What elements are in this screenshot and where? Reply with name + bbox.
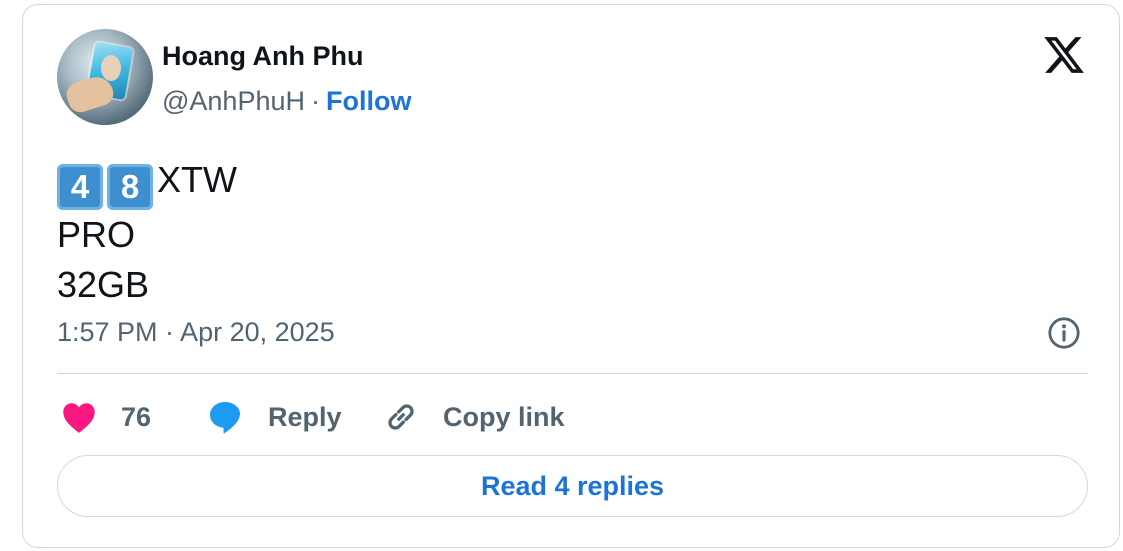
like-count: 76: [121, 401, 152, 432]
tweet-line-1-text: XTW: [157, 159, 237, 200]
heart-icon: [63, 403, 95, 433]
avatar[interactable]: [57, 29, 153, 125]
avatar-face-shape: [101, 55, 121, 81]
reply-bubble-icon: [210, 402, 240, 434]
tweet-line-1: 4 8 XTW: [57, 155, 237, 210]
divider: [57, 373, 1088, 374]
keycap-digit-8: 8: [107, 164, 153, 210]
info-icon[interactable]: [1047, 316, 1081, 350]
author-name[interactable]: Hoang Anh Phu: [162, 41, 363, 72]
tweet-text: 4 8 XTW PRO 32GB: [57, 155, 237, 310]
x-logo-icon[interactable]: [1041, 33, 1087, 77]
copy-link-label: Copy link: [443, 401, 565, 432]
read-replies-button[interactable]: Read 4 replies: [57, 455, 1088, 517]
copy-link-button[interactable]: Copy link: [383, 397, 565, 437]
follow-button[interactable]: Follow: [326, 86, 411, 116]
separator-dot: ·: [311, 86, 320, 116]
tweet-card: Hoang Anh Phu @AnhPhuH · Follow 4 8 XTW PRO …: [22, 4, 1120, 548]
read-replies-label: Read 4 replies: [480, 470, 665, 501]
link-icon: [388, 404, 414, 430]
reply-label: Reply: [268, 401, 342, 432]
like-button[interactable]: 76: [61, 397, 151, 437]
keycap-digit-4: 4: [57, 164, 103, 210]
tweet-line-2: PRO: [57, 214, 136, 255]
reply-button[interactable]: Reply: [206, 397, 342, 437]
author-handle[interactable]: @AnhPhuH: [162, 86, 305, 116]
tweet-timestamp[interactable]: 1:57 PM · Apr 20, 2025: [57, 317, 335, 348]
tweet-line-3: 32GB: [57, 264, 150, 305]
author-handle-line: @AnhPhuH · Follow: [162, 86, 411, 117]
